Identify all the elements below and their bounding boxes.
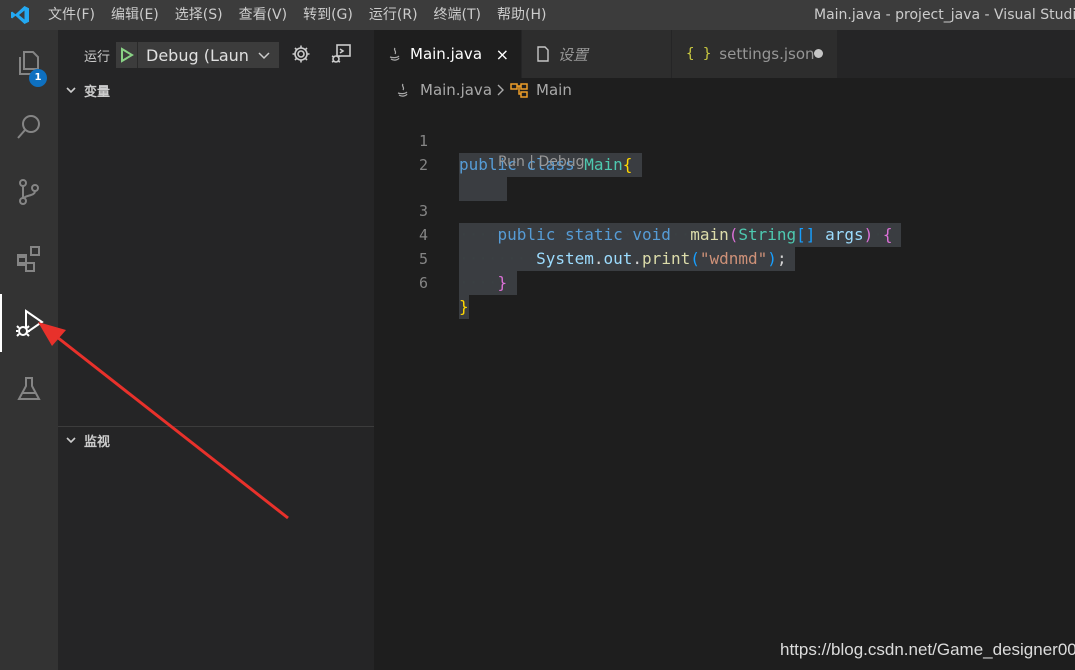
activity-bar: 1 [0, 30, 58, 670]
breadcrumb-symbol-label: Main [536, 81, 572, 99]
menu-run[interactable]: 运行(R) [361, 0, 426, 30]
debug-console-button[interactable] [330, 43, 352, 65]
brace: { [622, 155, 633, 174]
run-toolbar: 运行 Debug (Launc [58, 30, 374, 78]
run-debug-icon [16, 309, 44, 337]
json-braces-icon: { } [686, 46, 712, 62]
watch-header-label: 监视 [84, 434, 111, 450]
variables-header-label: 变量 [84, 84, 111, 100]
menu-go[interactable]: 转到(G) [295, 0, 361, 30]
breadcrumb-symbol[interactable]: Main [510, 81, 572, 99]
chevron-down-icon [257, 47, 271, 66]
code-line: 6 } [374, 247, 1075, 319]
java-file-icon [388, 46, 402, 62]
title-bar: 文件(F) 编辑(E) 选择(S) 查看(V) 转到(G) 运行(R) 终端(T… [0, 0, 1075, 30]
class-symbol-icon [510, 83, 528, 98]
chevron-down-icon [58, 434, 84, 446]
debug-console-icon [331, 44, 351, 63]
menu-bar: 文件(F) 编辑(E) 选择(S) 查看(V) 转到(G) 运行(R) 终端(T… [40, 0, 554, 30]
extensions-button[interactable] [0, 229, 58, 287]
close-icon[interactable]: × [496, 45, 509, 64]
editor-tab-bar: Main.java × 设置 { } settings.json [374, 30, 1075, 78]
explorer-button[interactable]: 1 [0, 34, 58, 92]
window-title: Main.java - project_java - Visual Studio… [814, 7, 1075, 23]
line-number: 2 [418, 156, 428, 174]
watermark-text: https://blog.csdn.net/Game_designer007 [780, 640, 1075, 659]
menu-edit[interactable]: 编辑(E) [103, 0, 167, 30]
testing-icon [17, 377, 41, 400]
source-control-button[interactable] [0, 163, 58, 221]
code-line: 2 ·· [374, 129, 1075, 247]
codelens-run-debug[interactable]: Run | Debug [498, 154, 585, 170]
gear-icon [292, 45, 310, 63]
search-icon [17, 115, 40, 139]
code-line: 4 ········System.out.print("wdnmd"); [374, 199, 1075, 271]
section-divider [58, 426, 374, 427]
code-text: ····} [459, 271, 518, 295]
breadcrumb-file-label: Main.java [420, 81, 493, 99]
chevron-down-icon [58, 84, 84, 96]
play-icon [120, 47, 134, 63]
menu-terminal[interactable]: 终端(T) [426, 0, 489, 30]
tab-label: settings.json [719, 45, 815, 63]
tab-label: 设置 [558, 45, 589, 64]
breadcrumb: Main.java Main [374, 78, 1075, 102]
code-editor[interactable]: 1 public·class·Main{ 2 ·· Run | Debug 3 … [374, 102, 1075, 670]
line-number: 6 [418, 274, 428, 292]
variables-section-header[interactable]: 变量 [58, 79, 374, 101]
start-debugging-button[interactable] [116, 42, 138, 68]
launch-config-name: Debug (Launc [146, 45, 248, 65]
testing-button[interactable] [0, 360, 58, 418]
class-name: Main [584, 155, 623, 174]
tab-label: Main.java [410, 45, 483, 63]
menu-help[interactable]: 帮助(H) [489, 0, 554, 30]
tab-main-java[interactable]: Main.java × [374, 30, 522, 78]
vscode-logo-icon [0, 0, 40, 30]
brace: } [497, 273, 508, 292]
code-line: 3 ····public·static·void··main(String[]·… [374, 175, 1075, 247]
source-control-icon [19, 179, 39, 205]
file-icon [536, 46, 550, 62]
menu-selection[interactable]: 选择(S) [167, 0, 231, 30]
run-debug-button[interactable] [0, 294, 58, 352]
extensions-icon [17, 246, 40, 272]
menu-view[interactable]: 查看(V) [231, 0, 296, 30]
breadcrumb-file[interactable]: Main.java [396, 81, 492, 99]
code-line: 5 ····} [374, 223, 1075, 295]
watch-section-header[interactable]: 监视 [58, 429, 374, 451]
unsaved-dot-icon [814, 49, 823, 58]
code-line: 1 public·class·Main{ [374, 105, 1075, 177]
run-label: 运行 [84, 50, 111, 65]
launch-config-select[interactable]: Debug (Launc [116, 42, 279, 68]
search-button[interactable] [0, 98, 58, 156]
code-text: } [459, 295, 469, 319]
java-file-icon [397, 83, 408, 97]
tab-settings-json[interactable]: { } settings.json [672, 30, 838, 78]
debug-sidebar: 运行 Debug (Launc 变量 监视 [58, 30, 374, 670]
open-launch-json-button[interactable] [290, 43, 312, 65]
brace: } [459, 297, 469, 316]
explorer-badge: 1 [29, 69, 47, 87]
menu-file[interactable]: 文件(F) [40, 0, 103, 30]
tab-settings[interactable]: 设置 [522, 30, 672, 78]
chevron-right-icon [496, 84, 506, 96]
